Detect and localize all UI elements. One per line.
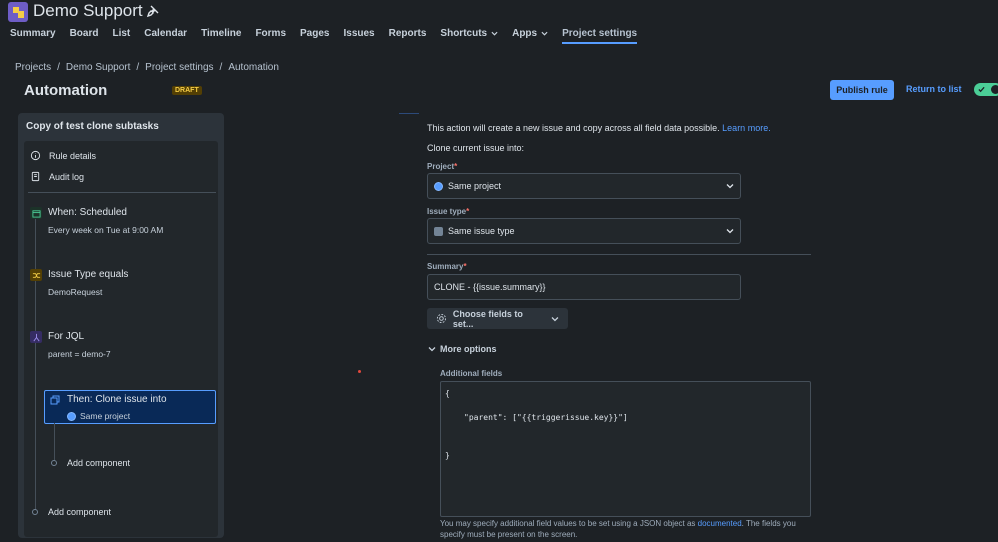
issue-type-label: Issue type* [427,207,470,216]
additional-fields-label: Additional fields [440,369,503,378]
step-subtitle: DemoRequest [48,287,103,297]
chevron-down-icon [551,316,559,321]
divider [399,113,419,114]
globe-icon [67,411,76,421]
summary-input-value: CLONE - {{issue.summary}} [434,282,546,292]
step-title: Issue Type equals [48,269,129,280]
issue-type-select-value: Same issue type [448,226,515,236]
nav-timeline[interactable]: Timeline [201,28,241,44]
action-description: This action will create a new issue and … [427,123,771,133]
chevron-down-icon [541,31,548,36]
condition-step[interactable] [30,269,42,281]
project-select[interactable]: Same project [427,173,741,199]
document-icon [31,171,40,182]
publish-rule-button[interactable]: Publish rule [830,80,894,100]
nav-board[interactable]: Board [70,28,99,44]
step-subtitle-row: Same project [67,411,130,421]
status-badge: DRAFT [172,86,202,95]
intro-text: This action will create a new issue and … [427,123,720,133]
step-subtitle: Same project [80,411,131,421]
divider [28,192,216,193]
add-dot-icon [32,509,38,515]
project-select-value: Same project [448,181,502,191]
trigger-step[interactable] [30,207,42,219]
branch-icon [30,331,42,343]
gear-icon [436,313,446,324]
issue-type-select[interactable]: Same issue type [427,218,741,244]
branch-line [54,423,55,461]
breadcrumb-projects[interactable]: Projects [15,62,51,73]
json-line: } [445,451,450,460]
step-title: For JQL [48,331,85,342]
rule-name[interactable]: Copy of test clone subtasks [26,121,159,132]
project-logo[interactable] [8,2,28,22]
more-options-toggle[interactable]: More options [428,344,497,354]
audit-log-label: Audit log [49,171,85,182]
breadcrumb-project-settings[interactable]: Project settings [145,62,213,73]
globe-icon [434,181,443,191]
choose-fields-label: Choose fields to set... [452,308,523,329]
nav-reports[interactable]: Reports [389,28,427,44]
divider [427,254,811,255]
summary-input[interactable]: CLONE - {{issue.summary}} [427,274,741,300]
nav-forms[interactable]: Forms [255,28,286,44]
additional-fields-editor[interactable]: { "parent": ["{{triggerissue.key}}"] } [440,381,811,517]
breadcrumb-demo-support[interactable]: Demo Support [66,62,130,73]
clone-icon [50,395,60,408]
project-label: Project* [427,162,458,171]
check-icon [978,86,985,93]
rule-details-link[interactable]: Rule details [30,150,96,161]
condition-icon [30,269,42,281]
rule-details-label: Rule details [49,150,97,161]
breadcrumb: Projects / Demo Support / Project settings… [15,62,279,73]
choose-fields-button[interactable]: Choose fields to set... [427,308,568,329]
cursor-marker [358,370,361,373]
add-component-branch[interactable]: Add component [67,458,130,468]
return-to-list-link[interactable]: Return to list [906,84,962,94]
add-component-main[interactable]: Add component [48,507,111,517]
audit-log-link[interactable]: Audit log [30,171,84,182]
json-line: { [445,389,450,398]
info-icon [30,150,41,161]
page-title: Automation [24,82,108,99]
json-line: "parent": ["{{triggerissue.key}}"] [464,413,628,422]
nav-pages[interactable]: Pages [300,28,329,44]
pin-icon[interactable] [146,4,160,18]
documented-link[interactable]: documented [698,519,742,528]
project-title: Demo Support [33,1,143,20]
rule-enabled-toggle[interactable] [974,83,998,96]
project-nav: Summary Board List Calendar Timeline For… [10,28,651,44]
chevron-down-icon [726,229,734,234]
chevron-down-icon [491,31,498,36]
chevron-down-icon [726,184,734,189]
nav-list[interactable]: List [112,28,130,44]
learn-more-link[interactable]: Learn more. [722,123,771,133]
toggle-knob [991,85,998,94]
nav-calendar[interactable]: Calendar [144,28,187,44]
breadcrumb-automation[interactable]: Automation [228,62,279,73]
nav-apps[interactable]: Apps [512,28,548,44]
flow-line [35,219,36,510]
calendar-icon [30,207,42,219]
nav-project-settings[interactable]: Project settings [562,28,638,44]
more-options-label: More options [440,344,497,354]
step-title: When: Scheduled [48,207,127,218]
clone-into-label: Clone current issue into: [427,143,525,153]
nav-shortcuts[interactable]: Shortcuts [440,28,498,44]
issue-type-icon [434,226,443,236]
chevron-down-icon [428,347,436,352]
step-title: Then: Clone issue into [67,394,167,405]
help-text: You may specify additional field values … [440,519,696,528]
branch-step[interactable] [30,331,42,343]
nav-issues[interactable]: Issues [343,28,374,44]
summary-label: Summary* [427,262,467,271]
step-subtitle: Every week on Tue at 9:00 AM [48,225,164,235]
add-dot-icon [51,460,57,466]
additional-fields-help: You may specify additional field values … [440,518,812,540]
step-subtitle: parent = demo-7 [48,349,111,359]
nav-summary[interactable]: Summary [10,28,56,44]
